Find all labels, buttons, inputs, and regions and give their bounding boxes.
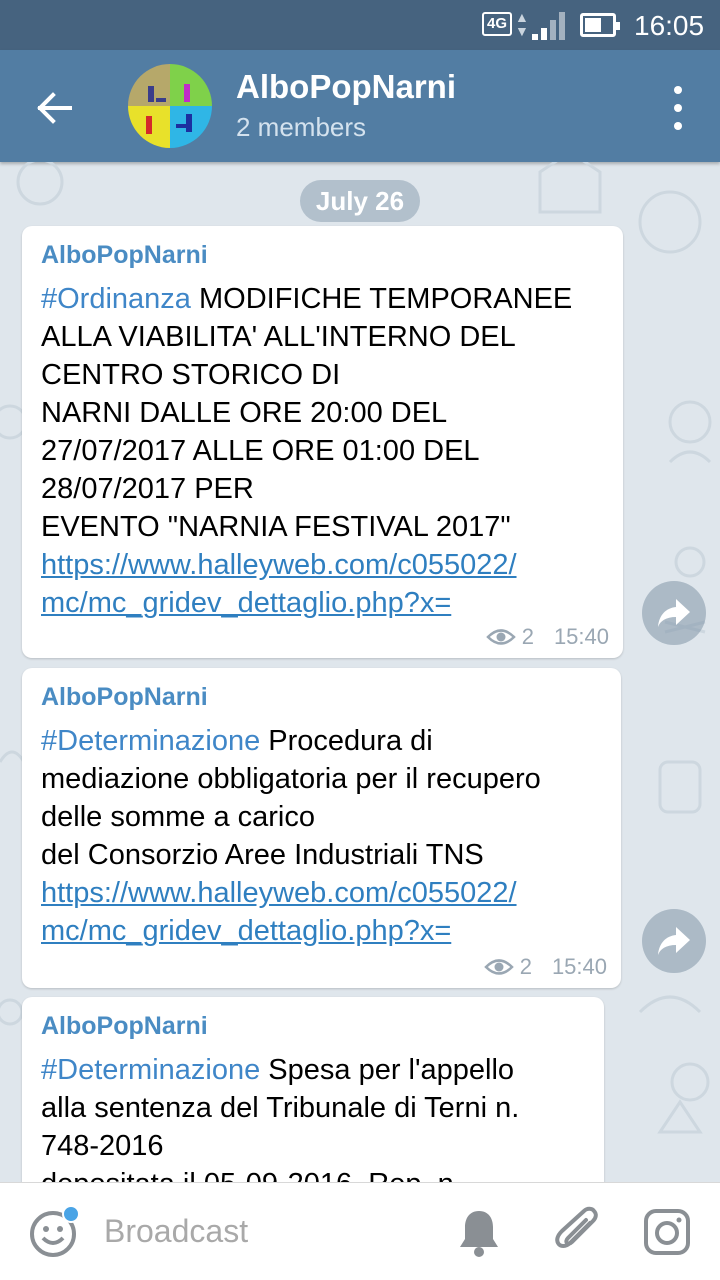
chat-header: AlboPopNarni 2 members [0,50,720,162]
message-time: 15:40 [553,624,609,649]
message-text: #Ordinanza MODIFICHE TEMPORANEE ALLA VIA… [41,280,603,622]
attach-button[interactable] [552,1205,602,1261]
share-icon [658,927,690,955]
share-button[interactable] [642,581,706,645]
bell-button[interactable] [456,1207,502,1259]
message-url-link[interactable]: https://www.halleyweb.com/c055022/ [41,546,603,584]
status-time: 16:05 [634,10,705,41]
bell-icon [460,1211,498,1257]
hashtag-link[interactable]: #Ordinanza [41,283,191,315]
status-bar: 4G ▲ ▼ 16:05 [0,0,720,50]
message-bubble[interactable]: AlboPopNarni #Ordinanza MODIFICHE TEMPOR… [22,226,623,658]
message-list[interactable]: July 26 AlboPopNarni #Ordinanza MODIFICH… [0,162,720,1182]
data-activity-icon: ▲ ▼ [515,9,529,39]
message-line: mediazione obbligatoria per il recupero [41,763,541,795]
view-count: 2 [519,954,532,979]
message-line: depositata il 05-09-2016. Rep. n. [41,1165,584,1182]
eye-icon [485,629,516,645]
message-url-link[interactable]: mc/mc_gridev_dettaglio.php?x= [41,912,601,950]
message-text: #Determinazione Procedura di mediazione … [41,722,601,950]
network-type: 4G [482,12,512,36]
message-line: delle somme a carico [41,801,315,833]
message-meta: 2 15:40 [483,954,607,980]
message-line: EVENTO "NARNIA FESTIVAL 2017" [41,511,511,543]
message-meta: 2 15:40 [485,624,609,650]
compose-bar: Broadcast [0,1182,720,1280]
message-sender[interactable]: AlboPopNarni [41,240,603,280]
message-time: 15:40 [551,954,607,979]
message-text: #Determinazione Spesa per l'appello alla… [41,1051,584,1182]
back-arrow-icon [37,92,72,124]
message-line: 28/07/2017 PER [41,473,254,505]
share-icon [658,599,690,627]
message-sender[interactable]: AlboPopNarni [41,682,601,722]
hashtag-link[interactable]: #Determinazione [41,725,260,757]
chat-title[interactable]: AlboPopNarni [236,68,456,106]
share-button[interactable] [642,909,706,973]
message-line: CENTRO STORICO DI [41,359,341,391]
more-vert-icon[interactable] [666,86,690,130]
member-count: 2 members [236,112,367,142]
message-line: 27/07/2017 ALLE ORE 01:00 DEL [41,435,480,467]
message-line: NARNI DALLE ORE 20:00 DEL [41,397,448,429]
message-line: alla sentenza del Tribunale di Terni n. [41,1092,520,1124]
camera-icon [644,1209,690,1255]
message-bubble[interactable]: AlboPopNarni #Determinazione Spesa per l… [22,997,604,1182]
broadcast-input[interactable]: Broadcast [104,1213,248,1250]
message-line: Spesa per l'appello [260,1054,515,1086]
signal-icon [532,12,566,40]
emoji-button[interactable] [28,1205,80,1259]
avatar[interactable] [128,64,212,148]
hashtag-link[interactable]: #Determinazione [41,1054,260,1086]
notification-dot [62,1205,80,1223]
eye-icon [483,959,514,975]
message-line: 748-2016 [41,1130,164,1162]
message-line: MODIFICHE TEMPORANEE [190,283,573,315]
view-count: 2 [521,624,534,649]
message-url-link[interactable]: mc/mc_gridev_dettaglio.php?x= [41,584,603,622]
battery-icon [580,13,620,37]
message-sender[interactable]: AlboPopNarni [41,1011,584,1051]
camera-button[interactable] [642,1207,692,1257]
message-url-link[interactable]: https://www.halleyweb.com/c055022/ [41,874,601,912]
message-line: del Consorzio Aree Industriali TNS [41,839,484,871]
paperclip-icon [555,1206,598,1248]
back-button[interactable] [26,80,82,136]
message-line: ALLA VIABILITA' ALL'INTERNO DEL [41,321,516,353]
message-bubble[interactable]: AlboPopNarni #Determinazione Procedura d… [22,668,621,988]
date-separator: July 26 [300,180,420,222]
message-line: Procedura di [260,725,433,757]
